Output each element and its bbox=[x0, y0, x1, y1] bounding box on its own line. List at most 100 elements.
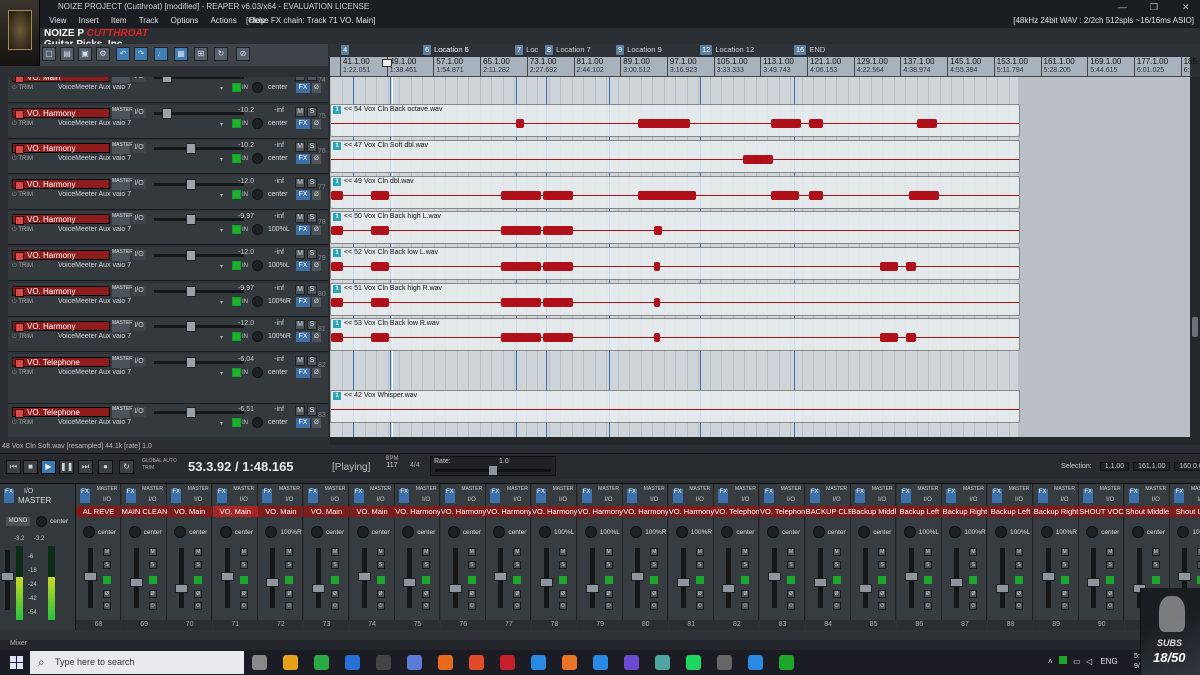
strip-env-button[interactable]: ⏻ bbox=[832, 602, 841, 610]
mute-button[interactable]: M bbox=[295, 320, 305, 331]
strip-name[interactable]: AL REVE bbox=[76, 506, 121, 517]
strip-record-arm[interactable] bbox=[923, 576, 932, 584]
strip-name[interactable]: VO. Harmony bbox=[532, 506, 577, 517]
solo-button[interactable]: S bbox=[307, 405, 317, 416]
maximize-icon[interactable]: ❐ bbox=[1150, 0, 1158, 14]
strip-io-button[interactable]: I/O bbox=[98, 496, 116, 504]
strip-env-button[interactable]: ⏻ bbox=[969, 602, 978, 610]
phase-button[interactable]: Ø bbox=[312, 154, 321, 165]
record-arm-button[interactable] bbox=[232, 367, 241, 377]
camera-app-icon[interactable] bbox=[717, 655, 732, 670]
strip-env-button[interactable]: ⏻ bbox=[422, 602, 431, 610]
mute-button[interactable]: M bbox=[295, 142, 305, 153]
solo-button[interactable]: S bbox=[307, 249, 317, 259]
strip-io-button[interactable]: I/O bbox=[554, 496, 572, 504]
marker-16[interactable]: 16 END bbox=[794, 45, 825, 55]
settings-icon[interactable]: ⚙ bbox=[96, 47, 110, 61]
strip-phase-button[interactable]: Ø bbox=[194, 590, 203, 598]
strip-solo-button[interactable]: S bbox=[1106, 561, 1115, 569]
master-send-button[interactable]: MASTER bbox=[112, 284, 133, 297]
track-name[interactable]: VO. Harmony bbox=[12, 285, 110, 297]
strip-name[interactable]: VO. Harmony bbox=[668, 506, 714, 517]
strip-fx-button[interactable]: FX bbox=[171, 489, 182, 503]
strip-io-button[interactable]: I/O bbox=[782, 496, 800, 504]
strip-pan-knob[interactable] bbox=[675, 526, 688, 538]
strip-io-button[interactable]: I/O bbox=[600, 496, 618, 504]
time-signature[interactable]: 4/4 bbox=[410, 462, 420, 469]
strip-fx-button[interactable]: FX bbox=[1083, 489, 1094, 503]
strip-fx-button[interactable]: FX bbox=[444, 489, 455, 503]
master-fx-button[interactable]: FX bbox=[4, 489, 14, 503]
phase-button[interactable]: Ø bbox=[312, 83, 321, 93]
strip-fader[interactable] bbox=[316, 548, 321, 608]
strip-fader-knob[interactable] bbox=[448, 584, 462, 593]
strip-phase-button[interactable]: Ø bbox=[422, 590, 431, 598]
io-button[interactable]: I/O bbox=[132, 250, 146, 260]
strip-name[interactable]: Shout Middle bbox=[1124, 506, 1170, 517]
strip-pan-knob[interactable] bbox=[1177, 526, 1190, 538]
rate-control[interactable]: Rate: 1.0 bbox=[430, 456, 556, 476]
trim-button[interactable]: TRIM bbox=[12, 227, 33, 234]
strip-io-button[interactable]: I/O bbox=[1010, 496, 1028, 504]
track-name[interactable]: VO. Telephone bbox=[12, 356, 110, 368]
strip-fx-button[interactable]: FX bbox=[353, 489, 364, 503]
metronome-icon[interactable]: ♩ bbox=[154, 47, 168, 61]
strip-pan-knob[interactable] bbox=[858, 526, 871, 538]
input-dropdown-icon[interactable]: ▾ bbox=[220, 370, 223, 377]
input-dropdown-icon[interactable]: ▾ bbox=[220, 263, 223, 270]
fx-button[interactable]: FX bbox=[296, 296, 310, 307]
solo-button[interactable]: S bbox=[307, 77, 317, 81]
vs-icon[interactable] bbox=[624, 655, 639, 670]
io-button[interactable]: I/O bbox=[132, 214, 146, 225]
phase-button[interactable]: Ø bbox=[312, 417, 321, 428]
strip-record-arm[interactable] bbox=[103, 576, 111, 584]
strip-record-arm[interactable] bbox=[467, 576, 476, 584]
input-select[interactable]: VoiceMeeter Aux vaio 7 bbox=[58, 155, 131, 162]
strip-solo-button[interactable]: S bbox=[650, 561, 659, 569]
phase-button[interactable]: Ø bbox=[312, 367, 321, 378]
volume-icon[interactable]: ◁ bbox=[1086, 657, 1092, 666]
track-name[interactable]: VO. Main bbox=[12, 77, 110, 83]
chrome-icon[interactable] bbox=[314, 655, 329, 670]
io-button[interactable]: I/O bbox=[132, 285, 146, 296]
fx-button[interactable]: FX bbox=[296, 225, 310, 236]
strip-mute-button[interactable]: M bbox=[832, 548, 841, 556]
master-send-button[interactable]: MASTER bbox=[112, 405, 133, 418]
strip-fader-knob[interactable] bbox=[1041, 572, 1055, 581]
pan-knob[interactable] bbox=[252, 188, 263, 200]
strip-mute-button[interactable]: M bbox=[1106, 548, 1115, 556]
fx-button[interactable]: FX bbox=[296, 83, 310, 93]
strip-name[interactable]: SHOUT VOCA bbox=[1079, 506, 1125, 517]
strip-fader-knob[interactable] bbox=[84, 572, 97, 581]
strip-solo-button[interactable]: S bbox=[285, 561, 294, 569]
fx-button[interactable]: FX bbox=[296, 332, 310, 343]
strip-fx-button[interactable]: FX bbox=[627, 489, 638, 503]
strip-io-button[interactable]: I/O bbox=[873, 496, 891, 504]
tray-arrow-icon[interactable]: ˄ bbox=[1048, 657, 1053, 666]
strip-mute-button[interactable]: M bbox=[604, 548, 613, 556]
strip-env-button[interactable]: ⏻ bbox=[103, 602, 111, 610]
teamviewer-icon[interactable] bbox=[748, 655, 763, 670]
strip-env-button[interactable]: ⏻ bbox=[285, 602, 294, 610]
repeat-button[interactable]: ↻ bbox=[119, 460, 134, 474]
strip-fx-button[interactable]: FX bbox=[672, 489, 683, 503]
strip-fader-knob[interactable] bbox=[266, 578, 280, 587]
solo-button[interactable]: S bbox=[307, 213, 317, 224]
input-select[interactable]: VoiceMeeter Aux vaio 7 bbox=[58, 369, 131, 376]
strip-phase-button[interactable]: Ø bbox=[878, 590, 887, 598]
strip-pan-knob[interactable] bbox=[402, 526, 415, 538]
selection-end[interactable]: 161.1.00 bbox=[1133, 462, 1171, 471]
undo-icon[interactable]: ↶ bbox=[116, 47, 130, 61]
strip-io-button[interactable]: I/O bbox=[235, 496, 253, 504]
strip-io-button[interactable]: I/O bbox=[326, 496, 344, 504]
volume-fader-knob[interactable] bbox=[186, 250, 196, 261]
strip-mute-button[interactable]: M bbox=[285, 548, 294, 556]
strip-fx-button[interactable]: FX bbox=[581, 489, 592, 503]
master-send-button[interactable]: MASTER bbox=[112, 77, 130, 83]
solo-button[interactable]: S bbox=[307, 142, 317, 153]
strip-fader-knob[interactable] bbox=[950, 578, 964, 587]
strip-name[interactable]: MAIN CLEAN bbox=[121, 506, 167, 517]
strip-env-button[interactable]: ⏻ bbox=[923, 602, 932, 610]
strip-pan-knob[interactable] bbox=[356, 526, 369, 538]
volume-fader-knob[interactable] bbox=[162, 107, 172, 119]
